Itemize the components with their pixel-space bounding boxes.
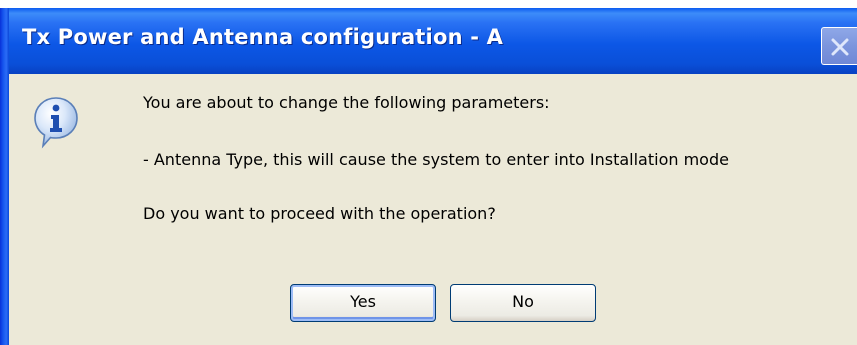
information-icon xyxy=(32,95,80,153)
yes-button[interactable]: Yes xyxy=(290,284,436,322)
message-line-3: Do you want to proceed with the operatio… xyxy=(143,204,496,223)
close-button[interactable] xyxy=(821,27,857,65)
message-line-2: - Antenna Type, this will cause the syst… xyxy=(143,150,729,169)
no-button[interactable]: No xyxy=(450,284,596,322)
message-line-1: You are about to change the following pa… xyxy=(143,93,550,112)
dialog-window: Tx Power and Antenna configuration - A Y… xyxy=(0,8,857,345)
window-frame-left xyxy=(0,8,9,345)
dialog-title: Tx Power and Antenna configuration - A xyxy=(22,25,504,49)
title-bar[interactable]: Tx Power and Antenna configuration - A xyxy=(0,8,857,74)
